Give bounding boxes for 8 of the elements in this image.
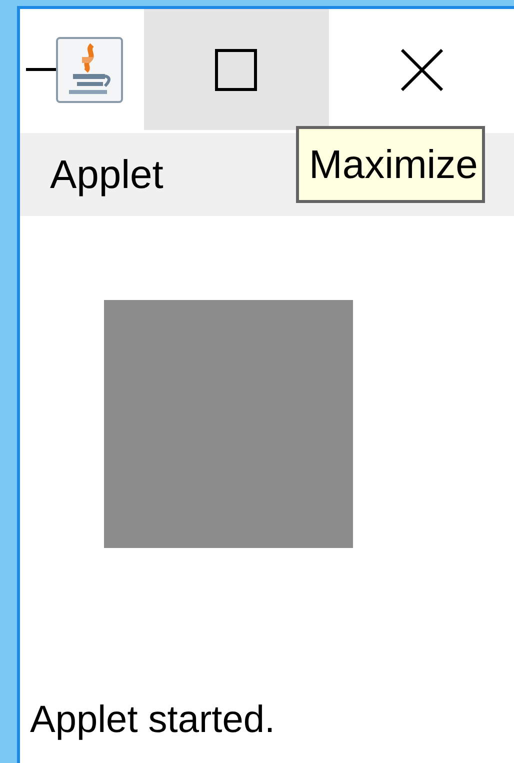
maximize-icon — [215, 48, 258, 90]
tooltip: Maximize — [296, 126, 485, 203]
close-icon — [400, 48, 443, 90]
menu-item[interactable]: Applet — [50, 154, 164, 194]
maximize-button[interactable] — [144, 9, 330, 130]
coffee-cup-icon — [56, 36, 123, 102]
minimize-icon — [26, 68, 56, 71]
status-text: Applet started. — [29, 701, 276, 743]
